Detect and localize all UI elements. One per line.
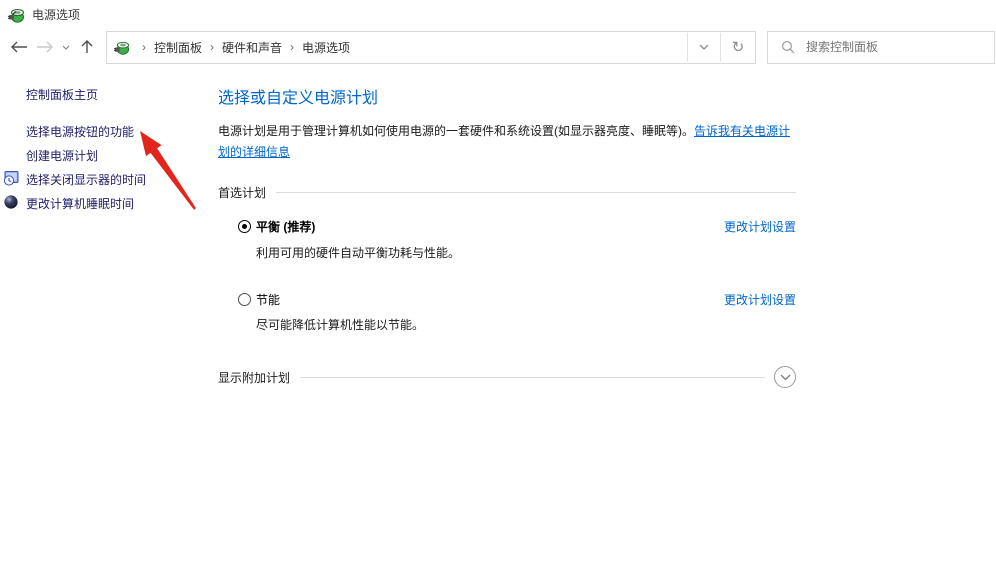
sidebar-item-label: 创建电源计划 <box>26 148 99 163</box>
divider <box>276 192 796 193</box>
sidebar-item-choose-power-buttons[interactable]: 选择电源按钮的功能 <box>0 121 212 141</box>
show-additional-plans-label: 显示附加计划 <box>218 370 291 385</box>
change-plan-settings-link[interactable]: 更改计划设置 <box>724 291 796 308</box>
chevron-down-icon <box>62 45 70 50</box>
refresh-icon: ↻ <box>731 39 745 56</box>
breadcrumb-separator: › <box>290 40 295 54</box>
search-icon <box>781 40 795 54</box>
refresh-button[interactable]: ↻ <box>721 32 755 63</box>
section-title: 首选计划 <box>218 186 267 200</box>
power-options-window: 电源选项 › 控制面板 › 硬件和声音 › 电源选项 ↻ 搜索控制面板 控制面板… <box>0 0 996 567</box>
plan-row-balanced: 平衡 (推荐) 更改计划设置 <box>218 218 796 235</box>
sidebar-item-change-sleep-time[interactable]: 更改计算机睡眠时间 <box>0 193 212 213</box>
back-button[interactable] <box>6 34 32 60</box>
address-bar[interactable]: › 控制面板 › 硬件和声音 › 电源选项 ↻ <box>106 30 756 64</box>
sidebar-item-label: 选择电源按钮的功能 <box>26 124 135 139</box>
sidebar-item-label: 选择关闭显示器的时间 <box>26 172 147 187</box>
forward-arrow-icon <box>37 41 53 53</box>
sidebar-item-label: 控制面板主页 <box>26 87 99 102</box>
breadcrumb-separator: › <box>142 40 146 54</box>
main-content: 选择或自定义电源计划 电源计划是用于管理计算机如何使用电源的一套硬件和系统设置(… <box>218 84 796 388</box>
search-input[interactable] <box>795 40 965 54</box>
breadcrumb-hardware-sound[interactable]: 硬件和声音 <box>222 39 282 56</box>
sidebar-item-create-power-plan[interactable]: 创建电源计划 <box>0 145 212 165</box>
sidebar-item-control-panel-home[interactable]: 控制面板主页 <box>0 84 212 104</box>
display-clock-icon <box>3 171 19 186</box>
plan-description: 尽可能降低计算机性能以节能。 <box>256 318 425 332</box>
page-title: 选择或自定义电源计划 <box>218 90 379 107</box>
divider <box>300 376 765 378</box>
back-arrow-icon <box>11 41 27 53</box>
navigation-bar: › 控制面板 › 硬件和声音 › 电源选项 ↻ <box>0 30 996 64</box>
recent-pages-dropdown[interactable] <box>58 34 74 60</box>
plan-name[interactable]: 节能 <box>256 291 280 308</box>
forward-button[interactable] <box>32 34 58 60</box>
up-button[interactable] <box>74 34 100 60</box>
window-title: 电源选项 <box>32 7 81 22</box>
search-box[interactable] <box>767 30 995 64</box>
breadcrumb-separator: › <box>210 40 215 54</box>
breadcrumb: › 控制面板 › 硬件和声音 › 电源选项 <box>107 32 687 63</box>
intro-text: 电源计划是用于管理计算机如何使用电源的一套硬件和系统设置(如显示器亮度、睡眠等)… <box>218 124 694 138</box>
sleep-sphere-icon <box>4 195 18 209</box>
sidebar-item-label: 更改计算机睡眠时间 <box>26 196 135 211</box>
expand-additional-plans-button[interactable] <box>774 366 796 388</box>
preferred-plans-section-header: 首选计划 <box>218 184 796 201</box>
change-plan-settings-link[interactable]: 更改计划设置 <box>724 218 796 235</box>
plan-description: 利用可用的硬件自动平衡功耗与性能。 <box>256 246 461 260</box>
breadcrumb-power-options[interactable]: 电源选项 <box>302 39 350 56</box>
breadcrumb-control-panel[interactable]: 控制面板 <box>154 39 202 56</box>
chevron-down-icon <box>699 44 709 50</box>
sidebar-item-choose-display-off-time[interactable]: 选择关闭显示器的时间 <box>0 169 212 189</box>
radio-balanced[interactable] <box>238 220 251 233</box>
power-options-icon <box>8 8 24 23</box>
show-additional-plans-section: 显示附加计划 <box>218 366 796 388</box>
up-arrow-icon <box>81 40 93 53</box>
intro-paragraph: 电源计划是用于管理计算机如何使用电源的一套硬件和系统设置(如显示器亮度、睡眠等)… <box>218 121 796 163</box>
chevron-down-icon <box>780 374 790 380</box>
radio-power-saver[interactable] <box>238 293 251 306</box>
title-bar: 电源选项 <box>0 0 996 28</box>
address-dropdown-button[interactable] <box>688 32 720 63</box>
plan-name[interactable]: 平衡 (推荐) <box>256 218 315 235</box>
plan-row-power-saver: 节能 更改计划设置 <box>218 291 796 308</box>
power-options-icon <box>114 41 130 55</box>
